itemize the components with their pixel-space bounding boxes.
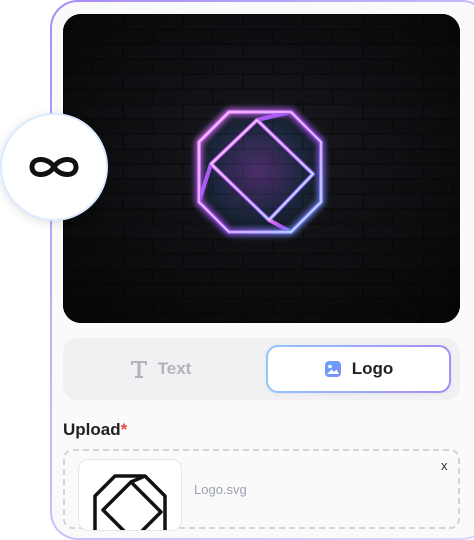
preview-image xyxy=(63,14,460,323)
logo-thumbnail-icon xyxy=(93,474,167,530)
required-asterisk: * xyxy=(120,420,128,439)
uploaded-file-thumbnail xyxy=(78,459,182,531)
infinity-badge[interactable] xyxy=(0,113,108,221)
infinity-icon xyxy=(29,157,79,177)
mode-tabs: Text Logo xyxy=(63,338,460,400)
image-icon xyxy=(324,361,341,377)
upload-label: Upload xyxy=(63,420,121,439)
upload-heading: Upload* xyxy=(63,420,127,440)
tab-logo-label: Logo xyxy=(351,359,394,378)
neon-logo xyxy=(195,108,325,236)
remove-file-button[interactable]: x xyxy=(441,458,448,473)
uploaded-file-name: Logo.svg xyxy=(194,482,247,497)
text-t-icon xyxy=(130,361,147,378)
tab-logo[interactable]: Logo xyxy=(266,345,451,393)
tab-text[interactable]: Text xyxy=(68,345,253,393)
tab-text-label: Text xyxy=(157,359,192,378)
